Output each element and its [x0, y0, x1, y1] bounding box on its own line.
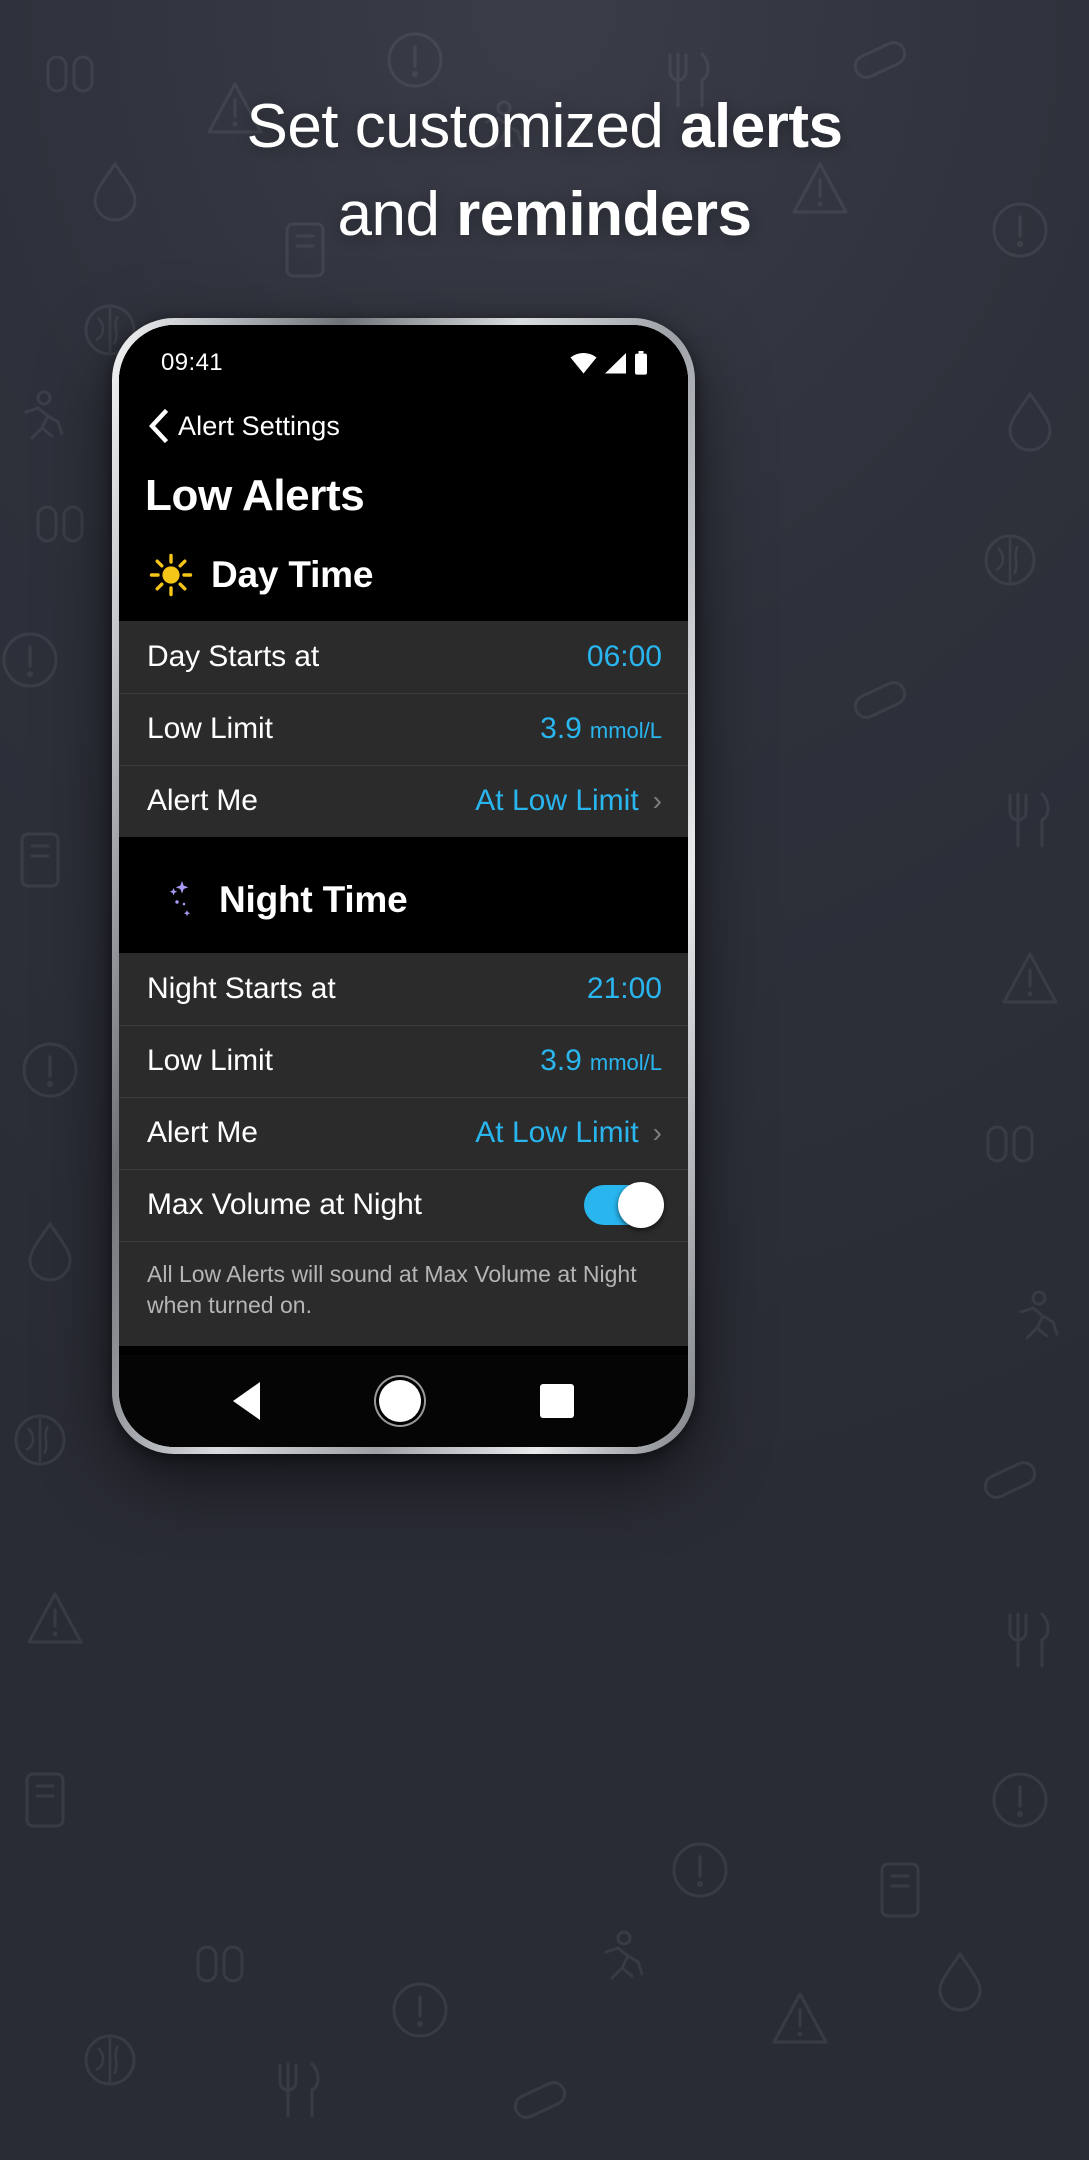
row-value-unit: mmol/L: [589, 718, 662, 743]
row-day-alert-me[interactable]: Alert Me At Low Limit ›: [119, 765, 688, 837]
row-value-text: At Low Limit: [475, 1116, 639, 1149]
screen-empty-area: [119, 1346, 688, 1355]
moon-stars-icon: [152, 881, 191, 919]
row-label: Alert Me: [147, 1116, 258, 1149]
row-value: 21:00: [587, 972, 662, 1006]
max-volume-help-text: All Low Alerts will sound at Max Volume …: [119, 1241, 688, 1347]
row-label: Night Starts at: [147, 972, 336, 1005]
max-volume-toggle[interactable]: [584, 1182, 664, 1228]
row-value: 3.9 mmol/L: [540, 1044, 662, 1078]
row-night-low-limit[interactable]: Low Limit 3.9 mmol/L: [119, 1025, 688, 1097]
row-max-volume-at-night[interactable]: Max Volume at Night: [119, 1169, 688, 1241]
row-label: Low Limit: [147, 712, 273, 745]
row-value-text: 3.9: [540, 712, 582, 745]
chevron-right-icon[interactable]: ›: [653, 1119, 662, 1147]
cellular-signal-icon: [605, 352, 626, 373]
row-day-low-limit[interactable]: Low Limit 3.9 mmol/L: [119, 693, 688, 765]
row-value-group[interactable]: At Low Limit ›: [475, 784, 662, 818]
row-value-text: 21:00: [586, 972, 662, 1005]
phone-mockup: 09:41 Alert Settings Low Alerts Day Time…: [112, 318, 695, 1454]
row-night-alert-me[interactable]: Alert Me At Low Limit ›: [119, 1097, 688, 1169]
battery-icon: [635, 351, 647, 375]
status-bar-icons: [570, 351, 648, 375]
page-title: Low Alerts: [119, 449, 688, 527]
row-value: 06:00: [587, 640, 662, 674]
chevron-right-icon[interactable]: ›: [653, 787, 662, 815]
nav-home-icon[interactable]: [378, 1380, 421, 1422]
wifi-icon: [570, 352, 597, 373]
phone-screen: 09:41 Alert Settings Low Alerts Day Time…: [119, 325, 688, 1447]
toggle-knob: [618, 1182, 664, 1228]
chevron-left-icon[interactable]: [147, 409, 169, 443]
row-value-text: 3.9: [540, 1044, 582, 1077]
nav-back-icon[interactable]: [232, 1382, 260, 1420]
row-label: Day Starts at: [147, 640, 320, 673]
section-header-night-time: Night Time: [119, 837, 688, 953]
row-label: Alert Me: [147, 784, 258, 817]
day-time-settings-group: Day Starts at 06:00 Low Limit 3.9 mmol/L…: [119, 621, 688, 837]
row-night-starts-at[interactable]: Night Starts at 21:00: [119, 953, 688, 1025]
night-time-settings-group: Night Starts at 21:00 Low Limit 3.9 mmol…: [119, 953, 688, 1347]
row-value-text: 06:00: [586, 640, 662, 673]
nav-recents-icon[interactable]: [540, 1384, 575, 1418]
row-label: Low Limit: [147, 1044, 273, 1077]
android-navigation-bar: [119, 1355, 688, 1447]
section-header-day-time: Day Time: [119, 527, 688, 621]
status-bar-time: 09:41: [161, 349, 224, 376]
section-title-day-time: Day Time: [211, 554, 374, 595]
row-day-starts-at[interactable]: Day Starts at 06:00: [119, 621, 688, 693]
promo-headline: Set customized alerts and reminders: [0, 96, 1089, 246]
sun-icon: [149, 553, 193, 597]
status-bar: 09:41: [119, 325, 688, 387]
headline-line-2: and reminders: [337, 180, 752, 249]
row-value-text: At Low Limit: [475, 784, 639, 817]
back-navigation-label[interactable]: Alert Settings: [178, 411, 340, 442]
back-navigation[interactable]: Alert Settings: [119, 387, 688, 449]
row-label: Max Volume at Night: [147, 1188, 422, 1221]
section-title-night-time: Night Time: [219, 879, 408, 920]
row-value-group[interactable]: At Low Limit ›: [475, 1116, 662, 1150]
row-value: 3.9 mmol/L: [540, 712, 662, 746]
row-value-unit: mmol/L: [589, 1050, 662, 1075]
headline-line-1: Set customized alerts: [246, 92, 843, 161]
